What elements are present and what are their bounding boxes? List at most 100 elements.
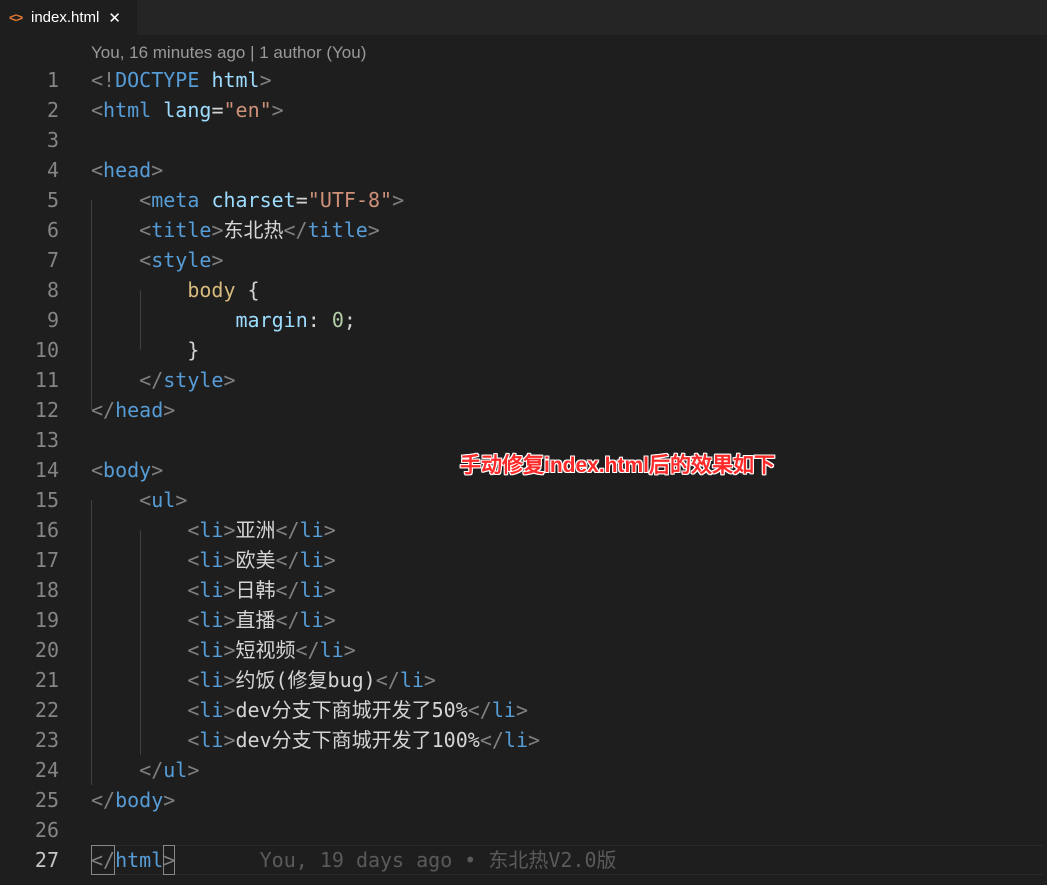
code-line[interactable]: 5 <meta charset="UTF-8"> — [0, 185, 1047, 215]
code-token: > — [223, 368, 236, 392]
code-token: > — [323, 578, 336, 602]
code-token: > — [323, 608, 336, 632]
code-line[interactable]: 7 <style> — [0, 245, 1047, 275]
annotation-text: 手动修复index.html后的效果如下 — [460, 454, 776, 477]
code-token: </ — [375, 668, 400, 692]
code-line[interactable]: 26 — [0, 815, 1047, 845]
code-token: > — [223, 728, 236, 752]
git-codelens[interactable]: You, 16 minutes ago | 1 author (You) — [91, 43, 366, 63]
code-token: html — [115, 848, 164, 872]
code-token: > — [223, 518, 236, 542]
close-icon[interactable]: ✕ — [108, 9, 121, 27]
line-number: 7 — [46, 248, 59, 272]
code-token: ul — [151, 488, 176, 512]
code-token: > — [223, 578, 236, 602]
line-number: 23 — [34, 728, 59, 752]
line-number: 10 — [34, 338, 59, 362]
line-number: 1 — [46, 68, 59, 92]
code-line[interactable]: 19 <li>直播</li> — [0, 605, 1047, 635]
code-token: } — [187, 338, 200, 362]
code-line[interactable]: 2 <html lang="en"> — [0, 95, 1047, 125]
code-line[interactable]: 10 } — [0, 335, 1047, 365]
code-line[interactable]: 23 <li>dev分支下商城开发了100%</li> — [0, 725, 1047, 755]
code-token: head — [103, 158, 152, 182]
code-line[interactable]: 20 <li>短视频</li> — [0, 635, 1047, 665]
code-editor[interactable]: You, 16 minutes ago | 1 author (You) 1 <!… — [0, 35, 1047, 885]
code-token: li — [503, 728, 528, 752]
code-token: lang — [163, 98, 212, 122]
tab-index-html[interactable]: <> index.html ✕ — [0, 0, 137, 35]
code-token: > — [151, 158, 164, 182]
code-token: li — [199, 548, 224, 572]
code-line[interactable]: 25 </body> — [0, 785, 1047, 815]
code-line[interactable]: 17 <li>欧美</li> — [0, 545, 1047, 575]
line-number: 20 — [34, 638, 59, 662]
line-code: <body> — [91, 455, 163, 485]
code-token: dev分支下商城开发了50% — [235, 698, 468, 722]
code-token: body — [115, 788, 164, 812]
line-code: <li>日韩</li> — [91, 575, 336, 605]
code-token: li — [299, 608, 324, 632]
line-code: </body> — [91, 785, 175, 815]
code-token: </ — [467, 698, 492, 722]
line-code: <meta charset="UTF-8"> — [91, 185, 404, 215]
code-token: </ — [91, 398, 116, 422]
code-line[interactable]: 8 body { — [0, 275, 1047, 305]
line-code: <li>短视频</li> — [91, 635, 355, 665]
line-code: <li>欧美</li> — [91, 545, 336, 575]
code-token: 约饭(修复bug) — [235, 668, 376, 692]
code-token: < — [91, 458, 104, 482]
code-token: < — [187, 668, 200, 692]
line-number: 4 — [46, 158, 59, 182]
code-line[interactable]: 27 </html> You, 19 days ago • 东北热V2.0版 — [0, 845, 1047, 875]
code-token: 短视频 — [235, 638, 296, 662]
code-line[interactable]: 1 <!DOCTYPE html> — [0, 65, 1047, 95]
code-line[interactable]: 18 <li>日韩</li> — [0, 575, 1047, 605]
code-token: </ — [275, 518, 300, 542]
line-code: <style> — [91, 245, 223, 275]
code-token: DOCTYPE — [115, 68, 200, 92]
code-token: > — [187, 758, 200, 782]
code-line[interactable]: 21 <li>约饭(修复bug)</li> — [0, 665, 1047, 695]
code-line[interactable]: 9 margin: 0; — [0, 305, 1047, 335]
code-token: < — [139, 218, 152, 242]
code-token: > — [223, 668, 236, 692]
code-line[interactable]: 24 </ul> — [0, 755, 1047, 785]
code-token: < — [187, 518, 200, 542]
code-line[interactable]: 22 <li>dev分支下商城开发了50%</li> — [0, 695, 1047, 725]
code-token: < — [139, 488, 152, 512]
code-token: html — [211, 68, 260, 92]
line-code: <head> — [91, 155, 163, 185]
code-line[interactable]: 16 <li>亚洲</li> — [0, 515, 1047, 545]
line-code: <li>dev分支下商城开发了50%</li> — [91, 695, 528, 725]
code-line[interactable]: 12 </head> — [0, 395, 1047, 425]
code-token: > — [323, 548, 336, 572]
line-code: <title>东北热</title> — [91, 215, 380, 245]
code-token: title — [151, 218, 212, 242]
code-token: 东北热 — [223, 218, 284, 242]
code-line[interactable]: 6 <title>东北热</title> — [0, 215, 1047, 245]
line-number: 5 — [46, 188, 59, 212]
code-token: li — [199, 638, 224, 662]
code-token: meta — [151, 188, 200, 212]
code-line[interactable]: 11 </style> — [0, 365, 1047, 395]
code-line[interactable]: 3 — [0, 125, 1047, 155]
code-token: </ — [275, 578, 300, 602]
blame-spacer — [175, 848, 259, 872]
code-line[interactable]: 4 <head> — [0, 155, 1047, 185]
code-token: < — [187, 578, 200, 602]
code-token: > — [163, 398, 176, 422]
code-token: body — [103, 458, 152, 482]
code-token: dev分支下商城开发了100% — [235, 728, 480, 752]
line-number: 9 — [46, 308, 59, 332]
line-number: 21 — [34, 668, 59, 692]
code-line[interactable]: 15 <ul> — [0, 485, 1047, 515]
